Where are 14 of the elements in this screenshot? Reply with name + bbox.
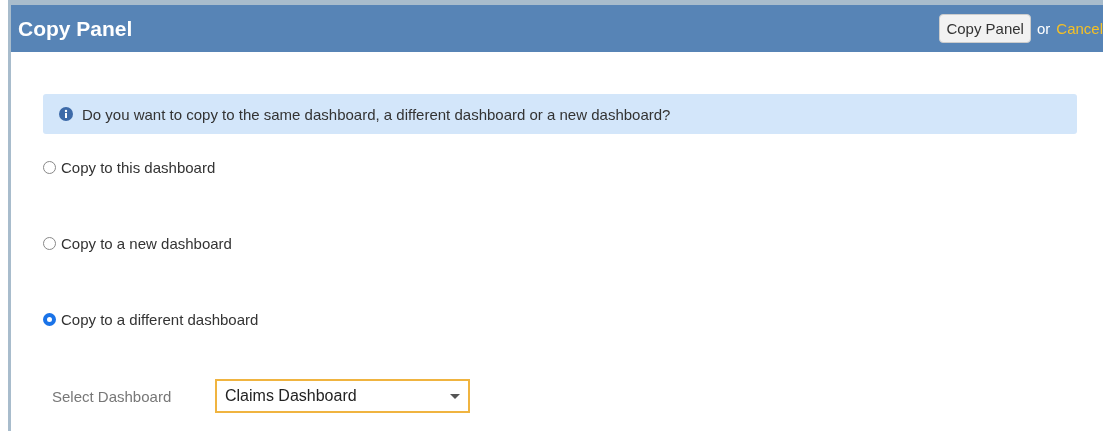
- radio-button[interactable]: [43, 160, 56, 174]
- option-label: Copy to this dashboard: [61, 158, 216, 176]
- option-label: Copy to a different dashboard: [61, 310, 259, 328]
- or-text: or: [1036, 20, 1051, 37]
- info-message: Do you want to copy to the same dashboard, a different dashboard or a new dashboard?: [82, 105, 671, 123]
- option-label: Copy to a new dashboard: [61, 234, 232, 252]
- dashboard-dropdown[interactable]: Claims Dashboard: [215, 379, 470, 413]
- select-label: Select Dashboard: [52, 387, 173, 405]
- panel-title: Copy Panel: [18, 16, 133, 41]
- radio-button[interactable]: [43, 312, 56, 326]
- caret-icon: [450, 393, 460, 399]
- copy-panel-button[interactable]: Copy Panel: [939, 14, 1031, 43]
- radio-button[interactable]: [43, 236, 56, 250]
- info-icon: [59, 107, 73, 121]
